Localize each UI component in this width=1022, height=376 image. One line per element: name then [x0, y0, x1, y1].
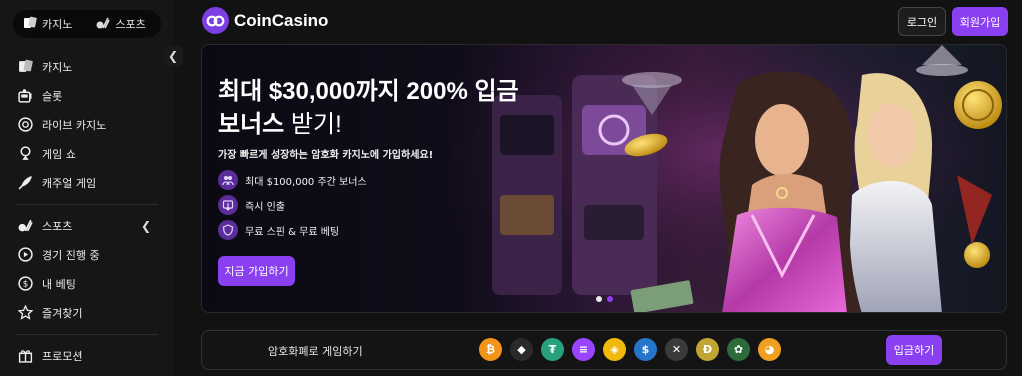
sidebar-divider: [15, 204, 158, 205]
bet-coin-icon: $: [17, 276, 33, 292]
star-icon: [17, 305, 33, 321]
sidebar-item-promotions[interactable]: 프로모션: [0, 341, 173, 370]
cards-icon: [23, 16, 37, 33]
hero-subtitle: 가장 빠르게 성장하는 암호화 카지노에 가입하세요!: [218, 150, 434, 161]
carousel-dot-active[interactable]: [607, 296, 613, 302]
sidebar-nav: 카지노 슬롯 라이브 카지노 게임 쇼 캐주얼 게임 스포츠 ❮ 경기 진행 중: [0, 52, 173, 370]
dogecoin-icon: Ð: [696, 338, 719, 361]
bnb-icon: ◈: [603, 338, 626, 361]
crypto-bar: 암호화폐로 게임하기 ₿ ◆ ₮ ≡ ◈ $ ✕ Ð ✿ ◕ 입금하기: [201, 330, 1007, 370]
sidebar-item-my-bets[interactable]: $ 내 베팅: [0, 269, 173, 298]
sidebar-section-sports[interactable]: 스포츠 ❮: [0, 211, 173, 240]
sidebar-item-label: 프로모션: [42, 349, 83, 363]
hero-feature: 무료 스핀 & 무료 베팅: [218, 220, 339, 240]
sidebar-item-favorites[interactable]: 즐겨찾기: [0, 298, 173, 327]
switch-casino[interactable]: 카지노: [13, 10, 82, 38]
sidebar-item-casino[interactable]: 카지노: [0, 52, 173, 81]
logo-text: CoinCasino: [234, 10, 329, 30]
chevron-left-icon: ❮: [167, 49, 179, 63]
switch-casino-label: 카지노: [42, 18, 73, 31]
hero-title: 최대 $30,000까지 200% 입금 보너스 받기!: [218, 75, 519, 141]
join-now-button[interactable]: 지금 가입하기: [218, 256, 295, 286]
sidebar-divider: [15, 334, 158, 335]
switch-sports-label: 스포츠: [115, 18, 146, 31]
sidebar-item-label: 캐주얼 게임: [42, 176, 97, 190]
header: CoinCasino 로그인 회원가입: [173, 0, 1022, 42]
sidebar-item-label: 카지노: [42, 60, 73, 74]
solana-icon: ≡: [572, 338, 595, 361]
sidebar-item-casual-games[interactable]: 캐주얼 게임: [0, 168, 173, 197]
shield-icon: [218, 220, 238, 240]
hero-title-light: 받기!: [284, 111, 342, 138]
deposit-button[interactable]: 입금하기: [886, 335, 942, 365]
cards-icon: [17, 59, 33, 75]
shiba-icon: ◕: [758, 338, 781, 361]
usdc-icon: $: [634, 338, 657, 361]
sidebar: 카지노 스포츠 카지노 슬롯 라이브 카지노 게임 쇼 캐주얼 게임 스포츠 ❮…: [0, 0, 173, 376]
hero-banner[interactable]: 최대 $30,000까지 200% 입금 보너스 받기! 가장 빠르게 성장하는…: [201, 44, 1007, 313]
game-show-icon: [17, 146, 33, 162]
withdraw-icon: [218, 195, 238, 215]
sidebar-item-label: 슬롯: [42, 89, 63, 103]
logo[interactable]: CoinCasino: [202, 7, 328, 34]
xrp-icon: ✕: [665, 338, 688, 361]
casino-sports-switch: 카지노 스포츠: [13, 10, 161, 38]
hero-title-bold: 보너스: [218, 111, 285, 138]
sidebar-item-live-casino[interactable]: 라이브 카지노: [0, 110, 173, 139]
sidebar-item-label: 게임 쇼: [42, 147, 76, 161]
sports-icon: [96, 16, 111, 33]
sidebar-item-label: 내 베팅: [42, 277, 76, 291]
sports-icon: [17, 218, 33, 234]
crypto-coin-list: ₿ ◆ ₮ ≡ ◈ $ ✕ Ð ✿ ◕: [479, 338, 781, 361]
sidebar-item-game-show[interactable]: 게임 쇼: [0, 139, 173, 168]
users-icon: [218, 170, 238, 190]
crypto-bar-label: 암호화폐로 게임하기: [268, 345, 363, 358]
hero-feature: 즉시 인출: [218, 195, 285, 215]
tether-icon: ₮: [541, 338, 564, 361]
sidebar-item-label: 라이브 카지노: [42, 118, 107, 132]
rose-coin-icon: ✿: [727, 338, 750, 361]
sidebar-collapse-button[interactable]: ❮: [163, 46, 183, 66]
rocket-icon: [17, 175, 33, 191]
sidebar-item-slots[interactable]: 슬롯: [0, 81, 173, 110]
slot-machine-icon: [17, 88, 33, 104]
svg-text:$: $: [22, 280, 27, 290]
login-button[interactable]: 로그인: [898, 7, 946, 36]
gift-icon: [17, 348, 33, 364]
sidebar-item-label: 즐겨찾기: [42, 306, 83, 320]
chevron-left-icon[interactable]: ❮: [141, 219, 151, 233]
hero-feature-text: 무료 스핀 & 무료 베팅: [245, 226, 340, 238]
hero-feature-text: 최대 $100,000 주간 보너스: [245, 176, 367, 188]
roulette-icon: [17, 117, 33, 133]
switch-sports[interactable]: 스포츠: [86, 10, 155, 38]
sidebar-section-label: 스포츠: [42, 219, 73, 233]
play-icon: [17, 247, 33, 263]
hero-feature-text: 즉시 인출: [245, 201, 285, 213]
coincasino-logo-icon: [202, 7, 229, 34]
sidebar-item-live-matches[interactable]: 경기 진행 중: [0, 240, 173, 269]
bitcoin-icon: ₿: [479, 338, 502, 361]
ethereum-icon: ◆: [510, 338, 533, 361]
carousel-dots: [596, 296, 613, 302]
hero-illustration: [452, 45, 1006, 312]
signup-button[interactable]: 회원가입: [952, 7, 1008, 36]
hero-title-line1: 최대 $30,000까지 200% 입금: [218, 78, 519, 105]
hero-title-line2: 보너스 받기!: [218, 108, 519, 141]
sidebar-item-label: 경기 진행 중: [42, 248, 100, 262]
carousel-dot[interactable]: [596, 296, 602, 302]
hero-feature: 최대 $100,000 주간 보너스: [218, 170, 367, 190]
